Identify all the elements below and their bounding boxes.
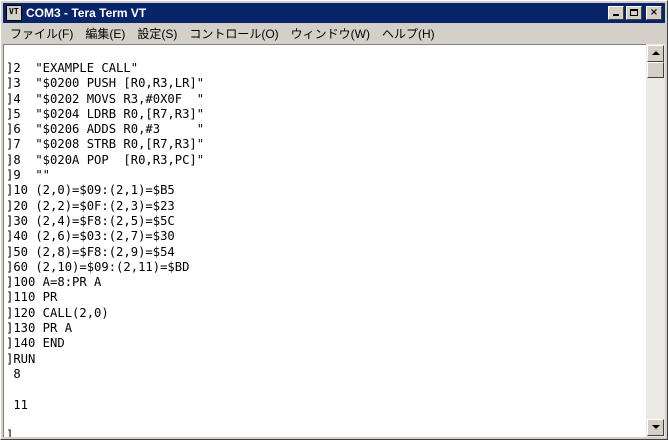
terminal-line: ]120 CALL(2,0) [6, 305, 109, 320]
terminal-line: ]3 "$0200 PUSH [R0,R3,LR]" [6, 76, 205, 91]
terminal-line: ]10 (2,0)=$09:(2,1)=$B5 [6, 183, 175, 198]
minimize-button[interactable] [608, 6, 624, 20]
terminal-line: ]8 "$020A POP [R0,R3,PC]" [6, 152, 205, 167]
close-icon: × [649, 7, 659, 18]
scroll-down-button[interactable] [647, 419, 664, 436]
terminal-line: ]100 A=8:PR A [6, 275, 102, 290]
terminal-line: ]6 "$0206 ADDS R0,#3 " [6, 122, 205, 137]
minimize-icon [613, 14, 619, 16]
terminal-line: ]50 (2,8)=$F8:(2,9)=$54 [6, 244, 175, 259]
menu-edit[interactable]: 編集(E) [79, 25, 131, 42]
arrow-down-icon [652, 425, 660, 429]
terminal-line: ]30 (2,4)=$F8:(2,5)=$5C [6, 213, 175, 228]
terminal-line: ]130 PR A [6, 321, 73, 336]
terminal-line: ]9 "" [6, 168, 51, 183]
menu-setup[interactable]: 設定(S) [131, 25, 183, 42]
terminal-line: 8 [6, 366, 21, 381]
menu-control[interactable]: コントロール(O) [183, 25, 284, 42]
arrow-up-icon [652, 51, 660, 55]
menu-file[interactable]: ファイル(F) [3, 25, 79, 42]
terminal-line: ]4 "$0202 MOVS R3,#0X0F " [6, 91, 205, 106]
menu-window[interactable]: ウィンドウ(W) [285, 25, 376, 42]
terminal-line: ]20 (2,2)=$0F:(2,3)=$23 [6, 198, 175, 213]
scroll-thumb[interactable] [647, 62, 664, 78]
maximize-icon [630, 9, 638, 16]
close-button[interactable]: × [646, 6, 662, 20]
terminal-output: ]2 "EXAMPLE CALL"]3 "$0200 PUSH [R0,R3,L… [6, 61, 204, 437]
terminal-line: ]60 (2,10)=$09:(2,11)=$BD [6, 259, 190, 274]
terminal-line: ]40 (2,6)=$03:(2,7)=$30 [6, 229, 175, 244]
terminal-line: ]7 "$0208 STRB R0,[R7,R3]" [6, 137, 205, 152]
scroll-up-button[interactable] [647, 45, 664, 62]
terminal-line: ]5 "$0204 LDRB R0,[R7,R3]" [6, 106, 205, 121]
menu-bar: ファイル(F) 編集(E) 設定(S) コントロール(O) ウィンドウ(W) ヘ… [3, 24, 665, 43]
terminal-line: ]110 PR [6, 290, 58, 305]
terminal-line: ]2 "EXAMPLE CALL" [6, 61, 139, 75]
title-buttons: × [608, 6, 662, 20]
tera-term-window: VT COM3 - Tera Term VT × ファイル(F) 編集(E) 設… [0, 0, 668, 440]
terminal-line: ] [6, 428, 14, 437]
menu-help[interactable]: ヘルプ(H) [376, 25, 441, 42]
terminal-line: ]RUN [6, 351, 36, 366]
app-icon-label: VT [9, 7, 19, 16]
title-bar[interactable]: VT COM3 - Tera Term VT × [3, 3, 665, 23]
maximize-button[interactable] [626, 6, 642, 20]
terminal-screen[interactable]: ]2 "EXAMPLE CALL"]3 "$0200 PUSH [R0,R3,L… [3, 44, 646, 437]
tera-term-icon[interactable]: VT [6, 5, 22, 21]
terminal-line: ]140 END [6, 336, 65, 351]
window-title: COM3 - Tera Term VT [26, 6, 147, 20]
terminal-line: 11 [6, 397, 29, 412]
vertical-scrollbar[interactable] [646, 44, 665, 437]
